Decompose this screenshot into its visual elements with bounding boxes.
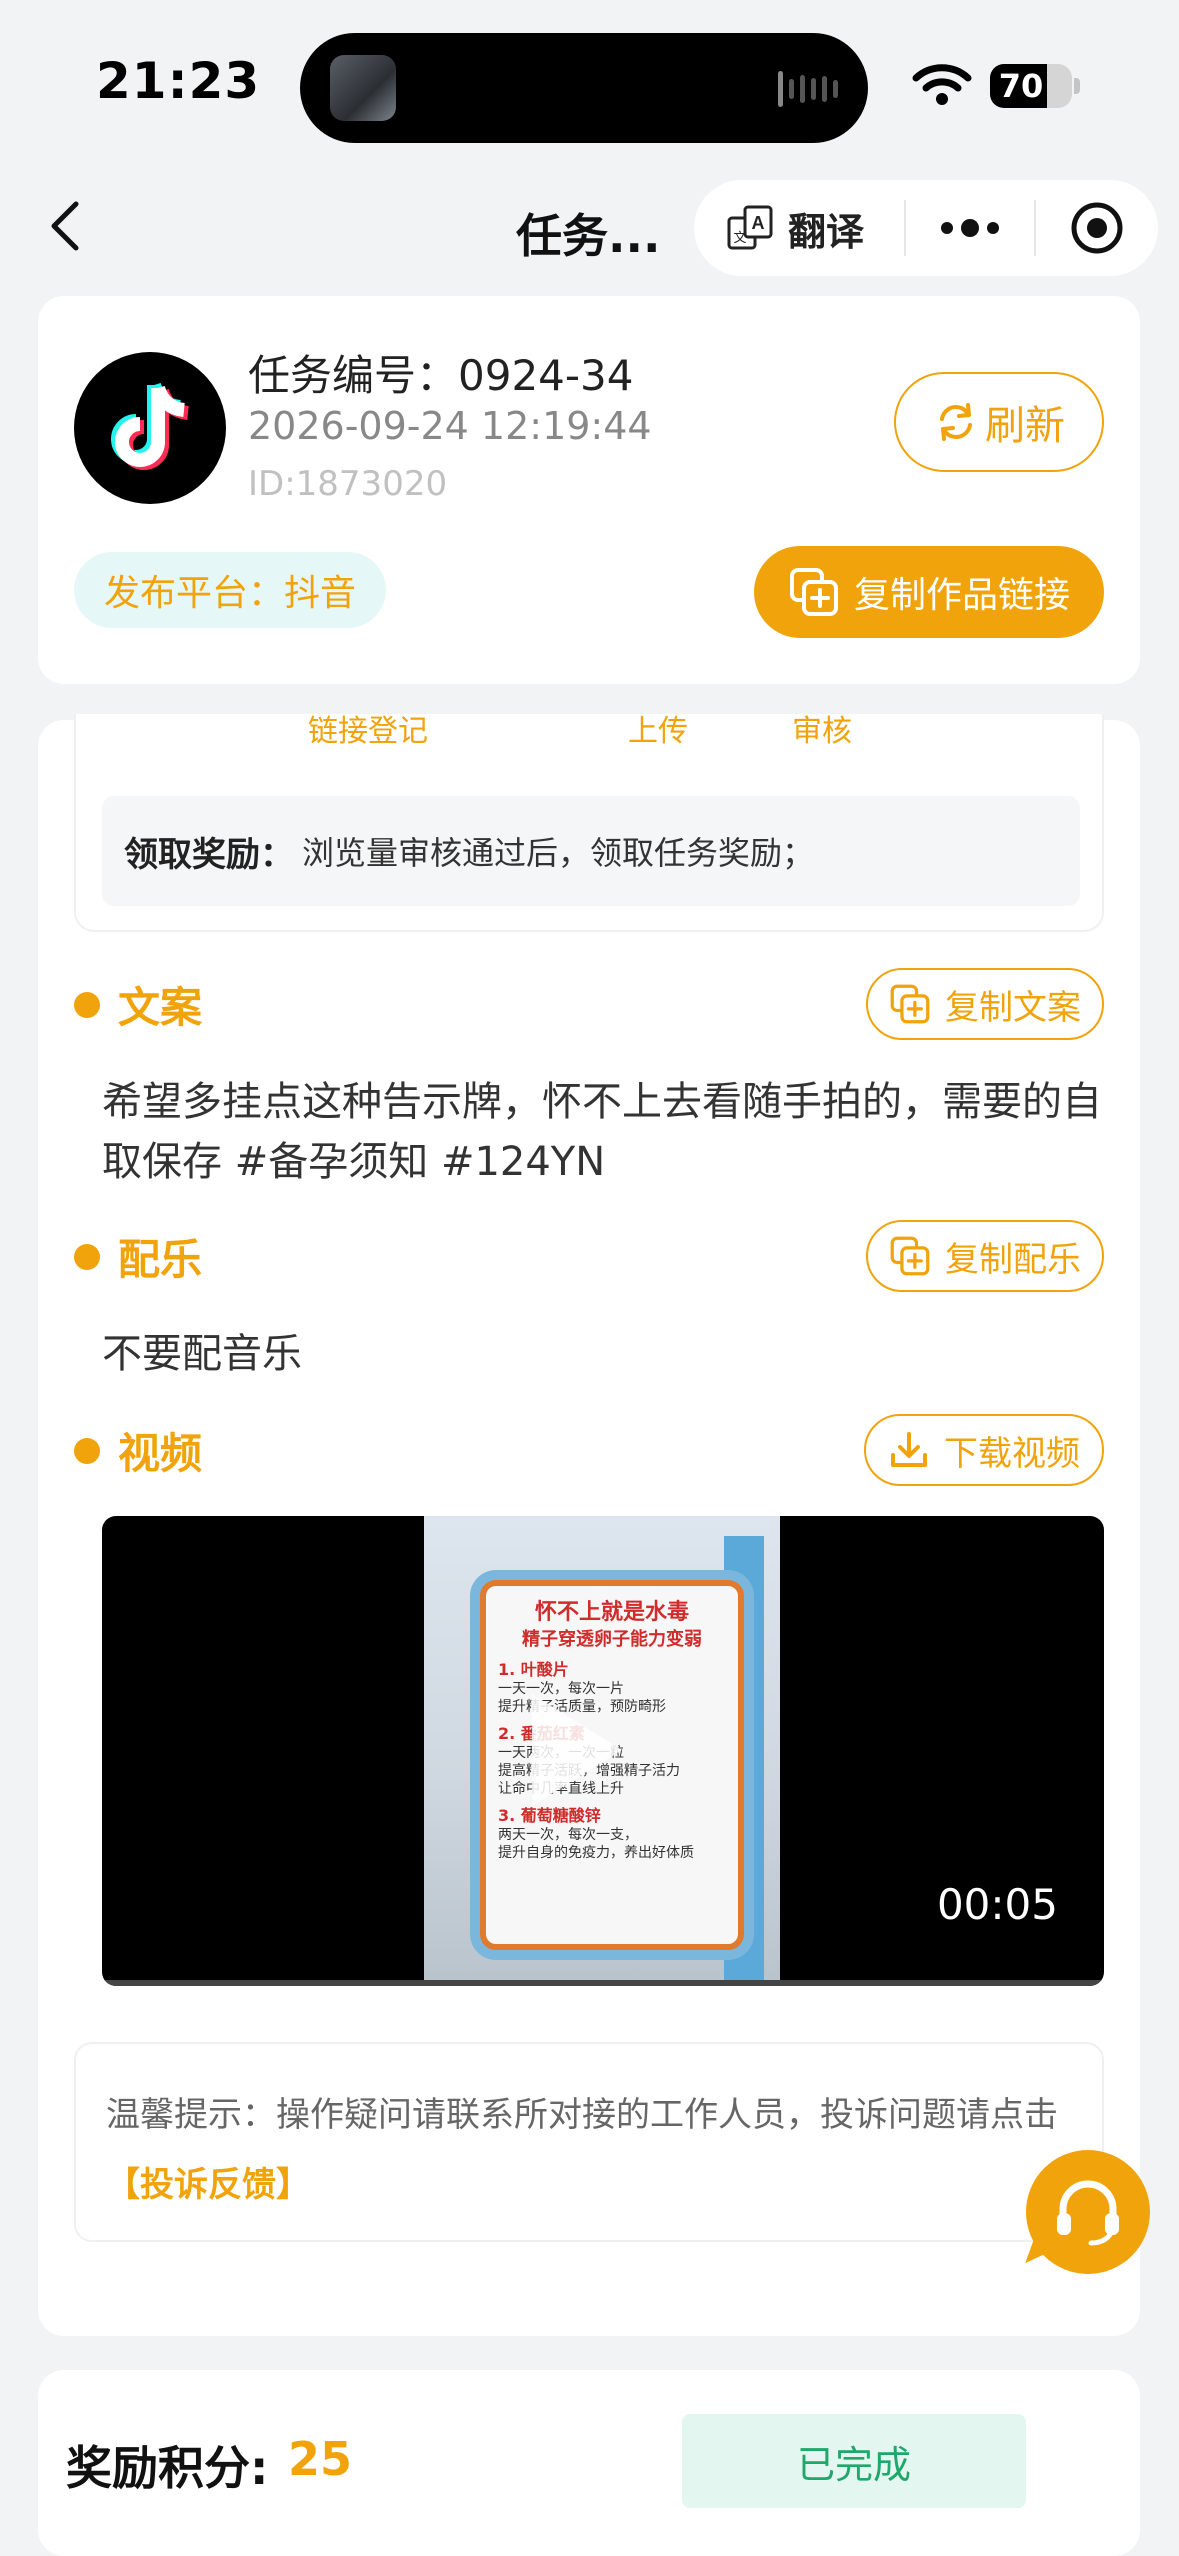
svg-text:A: A <box>752 213 765 233</box>
more-dot-icon <box>941 222 953 234</box>
video-progress-bar[interactable] <box>102 1980 1104 1986</box>
music-header: 配乐 <box>74 1226 202 1287</box>
copy-link-button[interactable]: 复制作品链接 <box>754 546 1104 638</box>
sign-line: 两天一次，每次一支， <box>498 1827 638 1843</box>
headset-icon <box>1057 2180 1119 2246</box>
video-duration: 00:05 <box>936 1880 1058 1929</box>
flow-step: 上传 <box>628 714 688 749</box>
reward-points-value: 25 <box>288 2432 353 2486</box>
video-header: 视频 <box>74 1420 202 1481</box>
sign-heading: 3. 葡萄糖酸锌 <box>498 1806 601 1825</box>
dynamic-island[interactable] <box>300 33 868 143</box>
battery-icon: 70 <box>990 64 1072 108</box>
copywriting-header: 文案 <box>74 974 202 1035</box>
download-video-label: 下载视频 <box>944 1433 1080 1474</box>
douyin-logo <box>74 352 226 504</box>
flow-step: 审核 <box>792 714 852 749</box>
task-datetime: 2026-09-24 12:19:44 <box>248 404 652 448</box>
play-icon[interactable] <box>532 1694 622 1806</box>
back-button[interactable] <box>40 196 96 256</box>
customer-service-button[interactable] <box>1026 2150 1150 2274</box>
mini-program-capsule: A 文 翻译 <box>694 180 1158 276</box>
reward-note-text: 浏览量审核通过后，领取任务奖励； <box>302 834 815 872</box>
task-info-card: 任务编号：0924-34 2026-09-24 12:19:44 ID:1873… <box>38 296 1140 684</box>
refresh-button[interactable]: 刷新 <box>894 372 1104 472</box>
task-id: ID:1873020 <box>248 464 448 504</box>
copy-icon <box>890 1236 930 1276</box>
copy-music-button[interactable]: 复制配乐 <box>866 1220 1104 1292</box>
download-icon <box>891 1432 927 1467</box>
audio-wave-icon <box>778 69 838 109</box>
refresh-label: 刷新 <box>985 403 1065 449</box>
task-detail-card: 链接登记 上传 审核 领取奖励： 浏览量审核通过后，领取任务奖励； 文案 复制文… <box>38 714 1140 2336</box>
task-flow: 链接登记 上传 审核 领取奖励： 浏览量审核通过后，领取任务奖励； <box>74 714 1104 932</box>
sign-title: 怀不上就是水毒 <box>534 1600 689 1625</box>
video-player[interactable]: 怀不上就是水毒 精子穿透卵子能力变弱 1. 叶酸片 一天一次，每次一片 提升精子… <box>102 1516 1104 1986</box>
bullet-icon <box>74 991 100 1018</box>
copy-icon <box>789 568 838 616</box>
more-menu-button[interactable] <box>906 180 1034 276</box>
reward-bar: 奖励积分: 25 已完成 <box>38 2370 1140 2556</box>
battery-level: 70 <box>998 67 1044 105</box>
more-dot-icon <box>961 219 979 237</box>
more-dot-icon <box>987 222 999 234</box>
music-text: 不要配音乐 <box>102 1331 302 1377</box>
translate-button[interactable]: A 文 翻译 <box>694 180 904 276</box>
translate-label: 翻译 <box>788 209 865 254</box>
flow-step: 链接登记 <box>308 714 428 749</box>
reward-note: 领取奖励： 浏览量审核通过后，领取任务奖励； <box>102 796 1080 906</box>
refresh-icon <box>940 403 972 441</box>
copywriting-title: 文案 <box>118 983 203 1032</box>
wifi-icon <box>912 64 972 105</box>
tip-text: 温馨提示：操作疑问请联系所对接的工作人员，投诉问题请点击 <box>106 2095 1058 2135</box>
sign-heading: 1. 叶酸片 <box>498 1660 569 1679</box>
platform-badge: 发布平台：抖音 <box>74 552 386 628</box>
copy-music-label: 复制配乐 <box>945 1239 1081 1280</box>
bullet-icon <box>74 1243 100 1270</box>
reward-points-label: 奖励积分: <box>66 2441 269 2495</box>
complaint-link[interactable]: 【投诉反馈】 <box>106 2165 310 2205</box>
translate-icon: A 文 <box>727 205 773 250</box>
copy-text-label: 复制文案 <box>945 987 1081 1028</box>
video-title: 视频 <box>118 1429 203 1478</box>
tip-box: 温馨提示：操作疑问请联系所对接的工作人员，投诉问题请点击【投诉反馈】 <box>74 2042 1104 2242</box>
copy-icon <box>890 984 930 1024</box>
copy-link-label: 复制作品链接 <box>853 575 1070 616</box>
target-icon <box>1071 202 1123 254</box>
page-title: 任务... <box>516 209 661 263</box>
completed-button[interactable]: 已完成 <box>682 2414 1026 2508</box>
music-title: 配乐 <box>118 1235 203 1284</box>
tiktok-icon <box>111 382 190 470</box>
battery-cap <box>1074 78 1080 94</box>
svg-text:文: 文 <box>733 231 746 246</box>
status-time: 21:23 <box>96 52 261 110</box>
sign-line: 提升自身的免疫力，养出好体质 <box>498 1845 694 1861</box>
task-number: 任务编号：0924-34 <box>248 351 634 400</box>
copy-text-button[interactable]: 复制文案 <box>866 968 1104 1040</box>
reward-note-label: 领取奖励： <box>124 834 294 875</box>
close-miniprogram-button[interactable] <box>1036 180 1158 276</box>
copywriting-text: 希望多挂点这种告示牌，怀不上去看随手拍的，需要的自取保存 #备孕须知 #124Y… <box>102 1079 1102 1185</box>
sign-subtitle: 精子穿透卵子能力变弱 <box>522 1629 702 1650</box>
bullet-icon <box>74 1437 100 1464</box>
download-video-button[interactable]: 下载视频 <box>864 1414 1104 1486</box>
now-playing-thumbnail <box>330 55 396 121</box>
